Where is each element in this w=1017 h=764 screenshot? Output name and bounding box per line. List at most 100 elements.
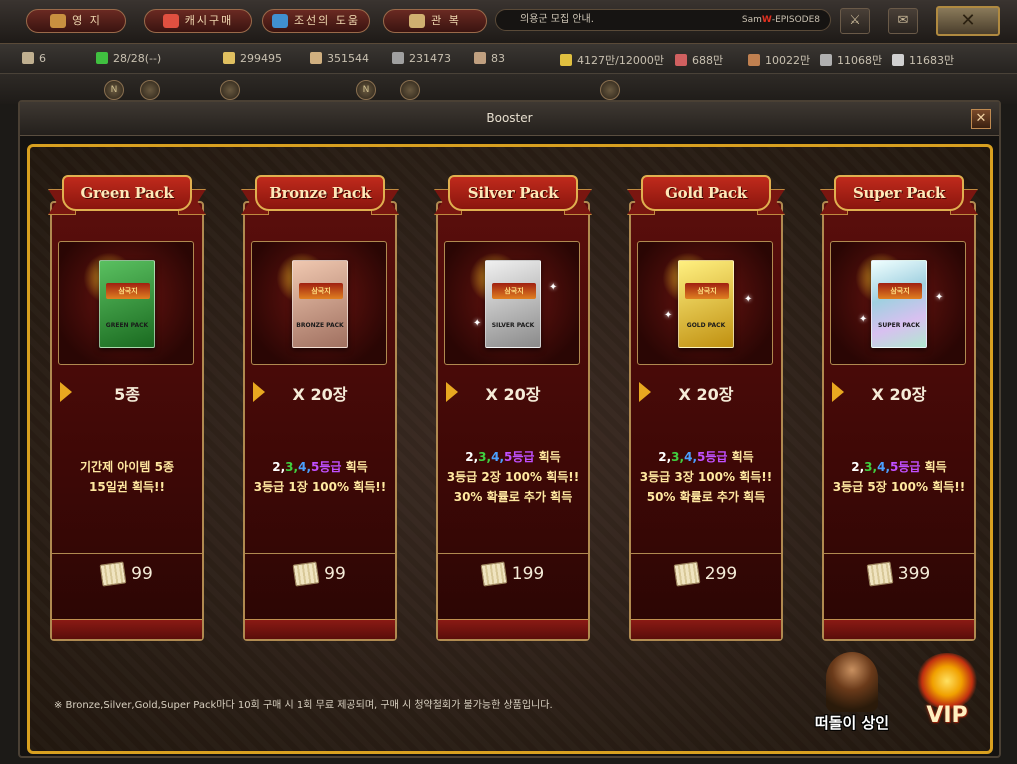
uniform-icon [409,14,426,28]
quantity-text: X 20장 [292,385,348,404]
card-divider [631,553,781,554]
resource-level: 6 [22,52,46,65]
pack-title: Bronze Pack [255,175,385,211]
pack-price[interactable]: 99 [50,561,204,599]
gold-pack-image: 삼국지 GOLD PACK [678,260,734,348]
pack-title: Silver Pack [448,175,578,211]
episode-label: SamW-EPISODE8 [742,10,820,30]
notice-ticker[interactable]: 의용군 모집 안내. SamW-EPISODE8 [495,9,831,31]
desc-line: 3등급 5장 100% 획득!! [832,480,966,494]
merchant-label: 떠돌이 상인 [814,714,890,732]
game-logo-icon: 삼국지 [685,283,729,299]
pack-price[interactable]: 399 [822,561,976,599]
resource-stone: 11683만 [892,52,954,68]
game-logo-icon: 삼국지 [492,283,536,299]
pack-showcase: Green Pack 삼국지 GREEN PACK 5종 기간제 아이템 5종 … [27,144,993,754]
resource-value: 231473 [409,52,451,65]
resource-wood: 10022만 [748,52,810,68]
mail-icon[interactable]: ✉ [888,8,918,34]
gold-icon [560,54,572,66]
silver-pack-image: 삼국지 SILVER PACK [485,260,541,348]
grade-line: 2,3,4,5등급 획득 [851,460,947,474]
pack-label: GOLD PACK [686,322,726,329]
green-pack-image: 삼국지 GREEN PACK [99,260,155,348]
ticket-icon [292,561,320,587]
price-value: 199 [511,564,545,584]
cash-icon [162,14,179,28]
sparkle-icon: ✦ [935,292,944,303]
pack-title: Super Pack [834,175,964,211]
pack-price[interactable]: 199 [436,561,590,599]
resource-value: 11068만 [837,54,883,67]
vip-coin-icon [916,653,978,709]
sparkle-icon: ✦ [473,318,482,329]
horse-icon [310,52,322,64]
uniform-button[interactable]: 관 복 [383,9,487,33]
sword-icon [392,52,404,64]
pack-label: GREEN PACK [105,322,149,329]
cash-shop-button[interactable]: 캐시구매 [144,9,252,33]
round-ornament-icon [600,80,620,100]
grade-line: 2,3,4,5등급 획득 [465,450,561,464]
pack-price[interactable]: 299 [629,561,783,599]
castle-icon [22,52,34,64]
main-close-button[interactable]: ✕ [936,6,1000,36]
pack-description: 2,3,4,5등급 획득 3등급 1장 100% 획득!! [247,457,393,497]
card-divider [245,553,395,554]
vip-label: VIP [926,703,968,728]
resource-action-points: 28/28(--) [96,52,161,65]
pack-label: SILVER PACK [491,322,535,329]
close-icon: ✕ [975,111,987,126]
pack-card-gold[interactable]: Gold Pack 삼국지 GOLD PACK ✦ ✦ X 20장 2,3,4,… [627,175,785,641]
pack-title-ribbon: Bronze Pack [241,173,399,223]
vip-button[interactable]: VIP [910,653,984,741]
pack-card-super[interactable]: Super Pack 삼국지 SUPER PACK ✦ ✦ X 20장 2,3,… [820,175,978,641]
pack-description: 2,3,4,5등급 획득 3등급 5장 100% 획득!! [826,457,972,497]
pack-price[interactable]: 99 [243,561,397,599]
resource-value: 28/28(--) [113,52,162,65]
desc-line: 15일권 획득!! [89,480,165,494]
wandering-merchant-button[interactable]: 떠돌이 상인 [808,652,896,744]
card-divider [52,553,202,554]
desc-line: 3등급 3장 100% 획득!! [639,470,773,484]
game-logo-icon: 삼국지 [299,283,343,299]
ticket-icon [866,561,894,587]
episode-highlight: W [761,15,772,25]
grade-suffix: 획득 [924,460,947,474]
pack-label: SUPER PACK [878,322,920,329]
pack-card-green[interactable]: Green Pack 삼국지 GREEN PACK 5종 기간제 아이템 5종 … [48,175,206,641]
helmet-icon[interactable]: ⚔ [840,8,870,34]
pack-artwork: 삼국지 GOLD PACK ✦ ✦ [637,241,773,365]
sparkle-icon: ✦ [664,310,673,321]
resource-weapon: 231473 [392,52,451,65]
grade-suffix: 획득 [731,450,754,464]
meat-icon [675,54,687,66]
grade-line: 2,3,4,5등급 획득 [658,450,754,464]
ticket-icon [99,561,127,587]
cash-shop-label: 캐시구매 [184,14,234,27]
ticket-icon [673,561,701,587]
joseon-help-label: 조선의 도움 [293,14,361,27]
pack-card-bronze[interactable]: Bronze Pack 삼국지 BRONZE PACK X 20장 2,3,4,… [241,175,399,641]
quantity-text: 5종 [114,385,140,404]
grade-suffix: 획득 [538,450,561,464]
joseon-help-button[interactable]: 조선의 도움 [262,9,370,33]
arrow-icon [96,52,108,64]
resource-value: 6 [39,52,46,65]
home-icon [50,14,67,28]
soldier-icon [474,52,486,64]
pack-quantity: X 20장 [436,377,590,407]
resource-value: 351544 [327,52,369,65]
pack-description: 기간제 아이템 5종 15일권 획득!! [54,457,200,497]
pack-card-silver[interactable]: Silver Pack 삼국지 SILVER PACK ✦ ✦ X 20장 2,… [434,175,592,641]
territory-button[interactable]: 영 지 [26,9,126,33]
quantity-text: X 20장 [871,385,927,404]
uniform-label: 관 복 [431,14,461,27]
pack-title-ribbon: Silver Pack [434,173,592,223]
dialog-close-button[interactable]: ✕ [971,109,991,129]
pack-title-ribbon: Green Pack [48,173,206,223]
round-ornament-icon [400,80,420,100]
booster-dialog: Booster ✕ Green Pack 삼국지 GREEN PACK 5종 기… [18,100,1001,758]
resource-bar: 6 28/28(--) 299495 351544 231473 83 4127… [0,44,1017,74]
iron-icon [820,54,832,66]
